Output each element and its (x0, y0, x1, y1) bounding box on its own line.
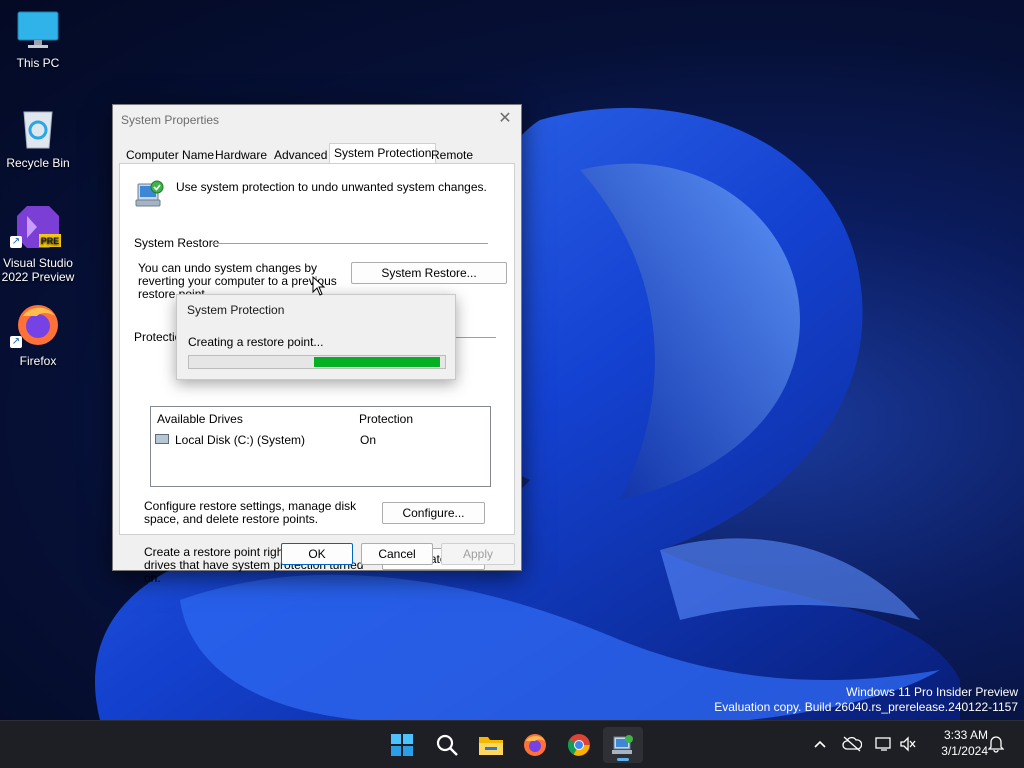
desktop-icon-label: Visual Studio 2022 Preview (1, 256, 75, 284)
search-icon (436, 734, 458, 756)
firefox-icon (524, 734, 546, 756)
desktop-icon-firefox[interactable]: ↗ Firefox (0, 302, 76, 368)
progress-dialog: System Protection Creating a restore poi… (176, 294, 456, 380)
drive-name: Local Disk (C:) (System) (175, 433, 306, 447)
progress-bar (188, 355, 446, 369)
start-button[interactable] (382, 727, 422, 763)
shortcut-arrow-icon: ↗ (10, 336, 22, 348)
chevron-up-icon[interactable] (810, 734, 830, 754)
clock-date: 3/1/2024 (941, 744, 988, 758)
drives-list[interactable]: Available Drives Protection Local Disk (… (150, 406, 491, 487)
progress-dialog-title: System Protection (187, 303, 285, 317)
search-button[interactable] (427, 727, 467, 763)
chrome-button[interactable] (559, 727, 599, 763)
evaluation-watermark: Windows 11 Pro Insider Preview Evaluatio… (714, 685, 1018, 715)
network-icon[interactable] (874, 734, 894, 754)
desktop-icon-recycle-bin[interactable]: Recycle Bin (0, 106, 76, 170)
drive-icon (155, 434, 169, 444)
monitor-icon (17, 11, 59, 48)
desktop-icon-label: Firefox (19, 354, 57, 368)
desktop-icon-this-pc[interactable]: This PC (0, 10, 76, 70)
system-properties-taskbar-button[interactable] (603, 727, 643, 763)
ok-button[interactable]: OK (281, 543, 353, 565)
shortcut-arrow-icon: ↗ (10, 236, 22, 248)
system-properties-icon (612, 735, 633, 754)
system-protection-icon (135, 180, 164, 207)
drive-protection-status: On (360, 433, 377, 447)
system-clock[interactable]: 3:33 AM 3/1/2024 (918, 727, 988, 759)
close-icon[interactable]: ✕ (495, 109, 515, 129)
tab-remote[interactable]: Remote (426, 145, 478, 165)
volume-muted-icon[interactable] (898, 734, 918, 754)
system-restore-button[interactable]: System Restore... (351, 262, 507, 284)
progress-message: Creating a restore point... (188, 335, 324, 349)
clock-time: 3:33 AM (943, 728, 988, 742)
tab-computer-name[interactable]: Computer Name (121, 145, 219, 165)
column-header-available-drives: Available Drives (157, 412, 243, 426)
section-divider (212, 243, 488, 244)
file-explorer-icon (479, 737, 503, 755)
tab-system-protection[interactable]: System Protection (329, 143, 437, 165)
taskbar (0, 720, 1024, 768)
intro-text: Use system protection to undo unwanted s… (176, 180, 487, 194)
progress-bar-fill (314, 357, 440, 367)
active-app-indicator (617, 758, 629, 761)
table-row[interactable]: Local Disk (C:) (System) On (155, 433, 485, 449)
desktop-icon-visual-studio[interactable]: PRE ↗ Visual Studio 2022 Preview (0, 204, 76, 284)
firefox-button[interactable] (515, 727, 555, 763)
notification-bell-icon[interactable] (986, 734, 1006, 754)
cloud-offline-icon[interactable] (842, 734, 862, 754)
watermark-line-2: Evaluation copy. Build 26040.rs_prerelea… (714, 700, 1018, 714)
column-header-protection: Protection (359, 412, 414, 426)
apply-button: Apply (441, 543, 515, 565)
tab-hardware[interactable]: Hardware (210, 145, 272, 165)
desktop-icon-label: This PC (16, 56, 60, 70)
configure-description: Configure restore settings, manage disk … (144, 499, 357, 526)
chrome-icon (568, 734, 590, 756)
desktop-icon-label: Recycle Bin (6, 156, 70, 170)
window-title: System Properties (121, 113, 220, 127)
watermark-line-1: Windows 11 Pro Insider Preview (846, 685, 1018, 699)
mouse-cursor (312, 276, 326, 296)
start-icon (391, 734, 413, 756)
cancel-button[interactable]: Cancel (361, 543, 433, 565)
pre-badge: PRE (41, 236, 60, 246)
recycle-bin-icon (23, 111, 53, 149)
configure-button[interactable]: Configure... (382, 502, 485, 524)
system-restore-heading: System Restore (134, 236, 220, 250)
file-explorer-button[interactable] (471, 727, 511, 763)
tab-advanced[interactable]: Advanced (269, 145, 332, 165)
